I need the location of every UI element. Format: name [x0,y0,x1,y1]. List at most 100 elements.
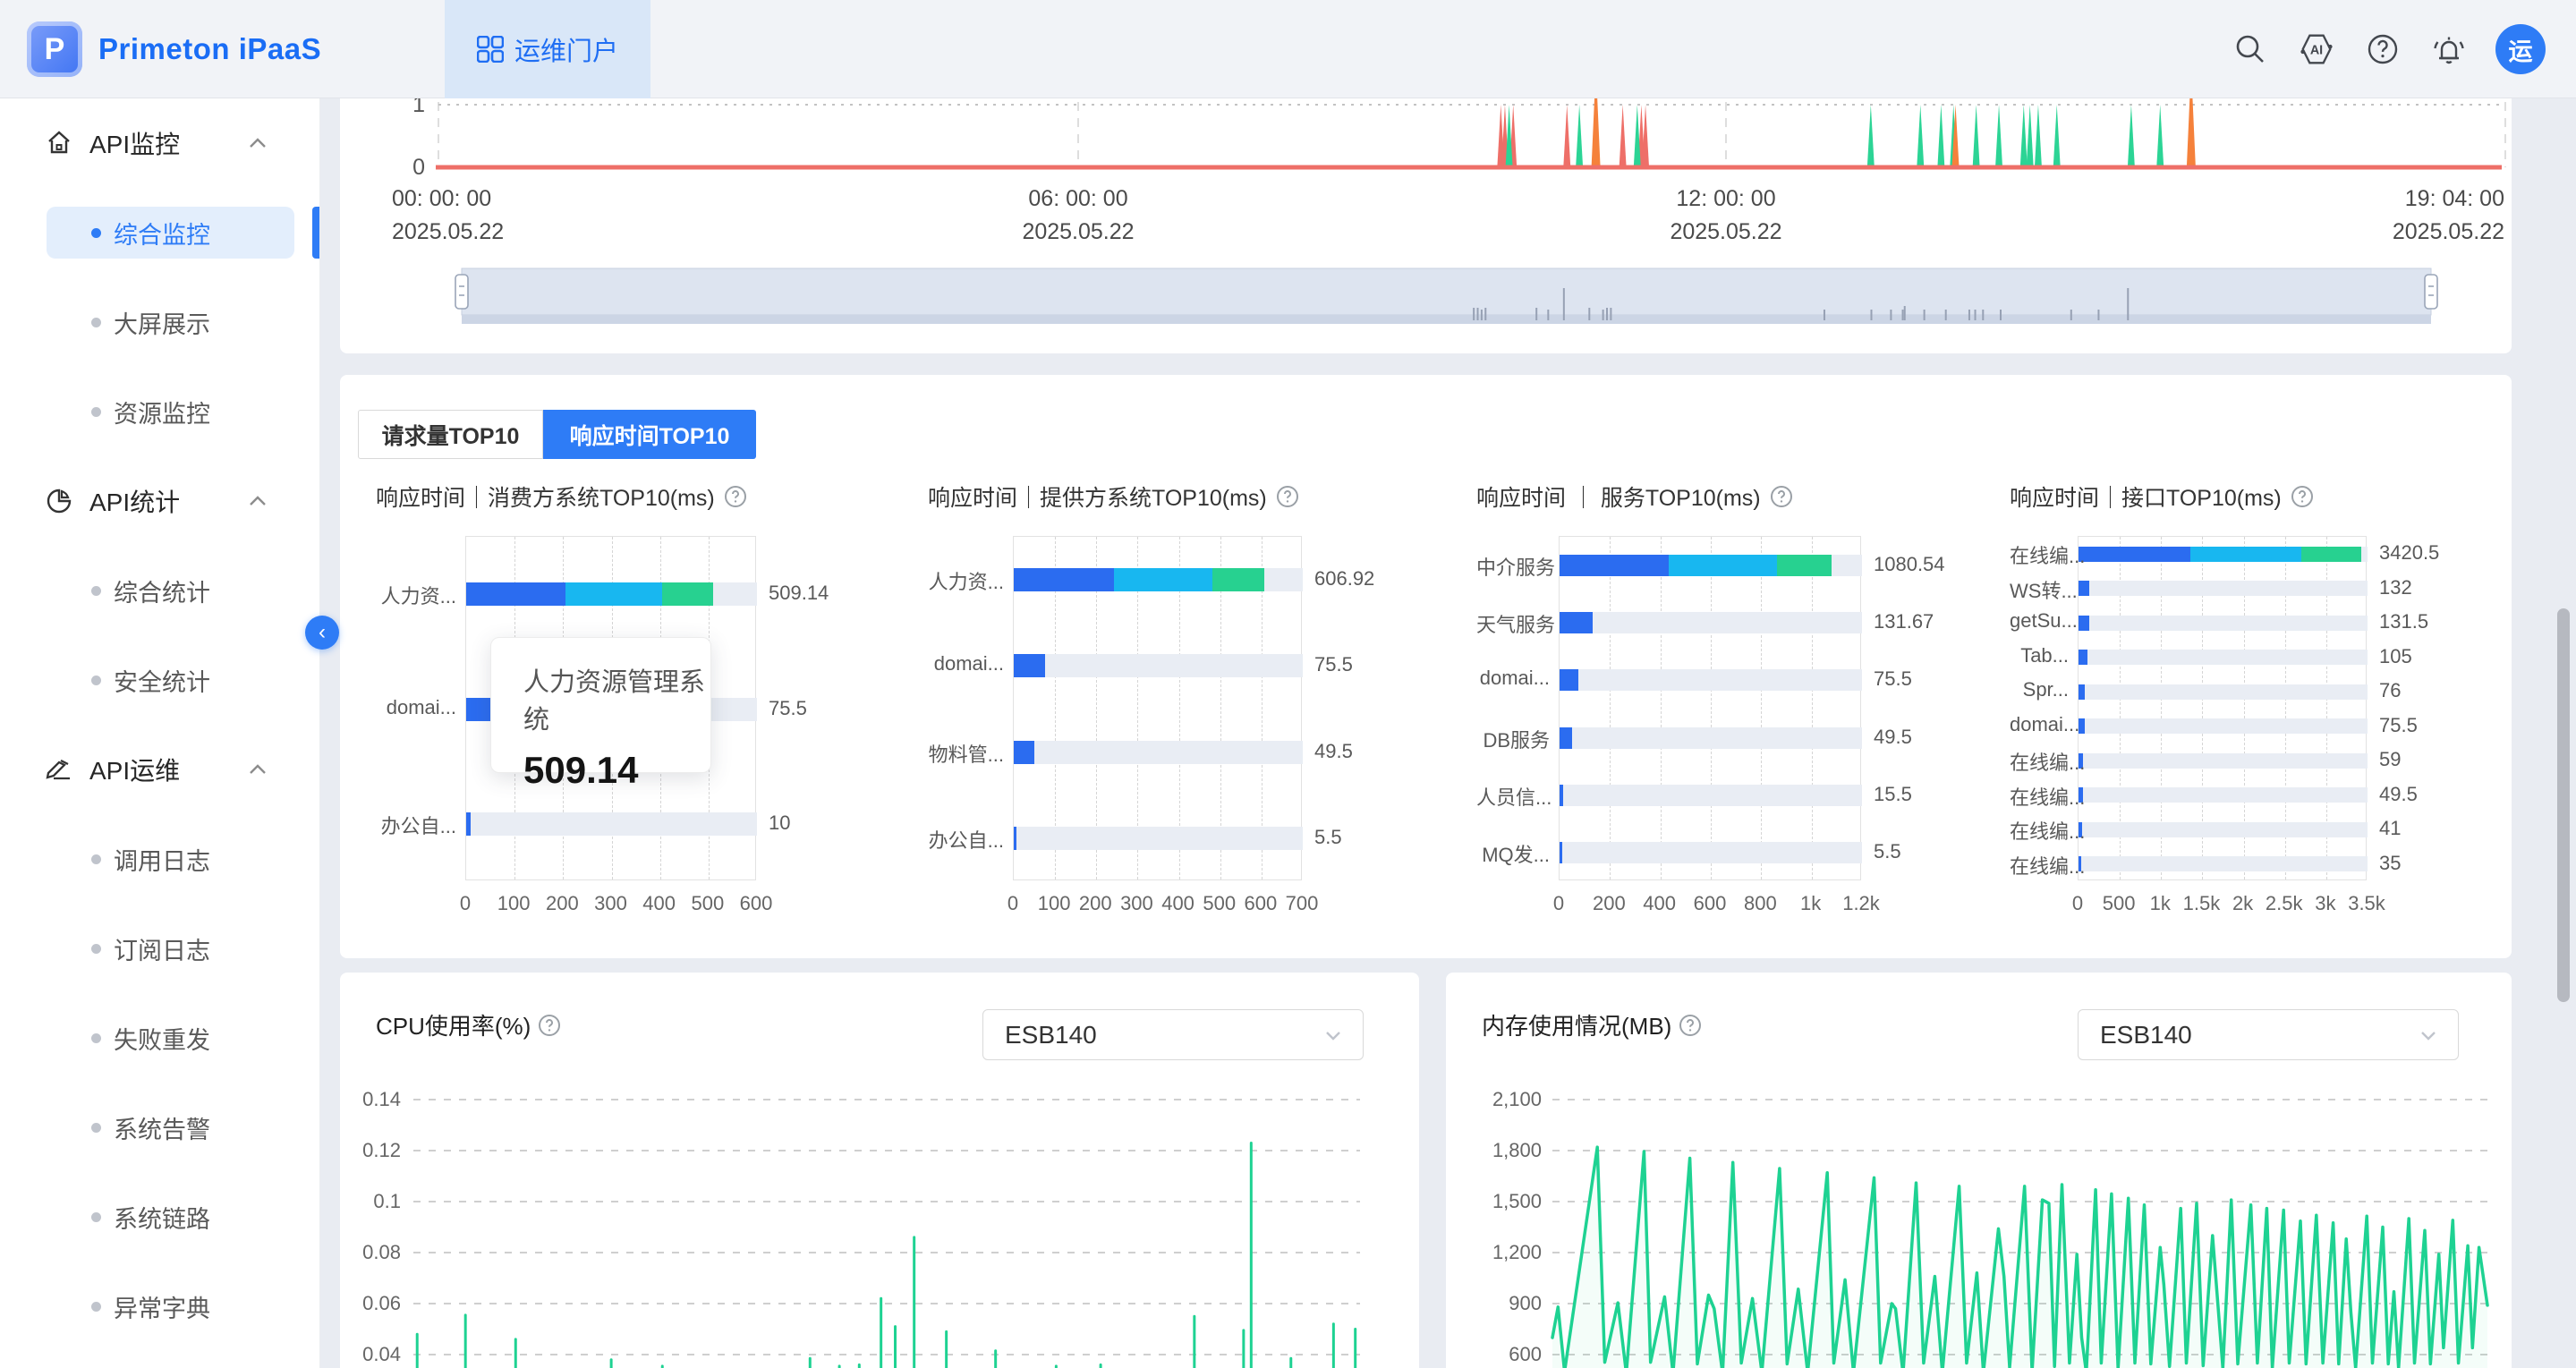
sidebar-group-API统计[interactable]: API统计 [0,456,319,546]
sidebar-item-订阅日志[interactable]: 订阅日志 [0,904,319,993]
x-axis-tick: 700 [1286,892,1319,915]
svg-text:AI: AI [2310,44,2323,58]
sidebar-item-异常字典[interactable]: 异常字典 [0,1262,319,1351]
bar-chart-interface: 响应时间｜接口TOP10(ms)在线编...3420.5WS转...132get… [2010,375,2510,958]
user-avatar[interactable]: 运 [2495,24,2546,74]
app-grid-icon [477,36,504,63]
help-icon[interactable] [2291,485,2314,508]
sidebar-item-调用日志[interactable]: 调用日志 [0,814,319,904]
memory-node-select[interactable]: ESB140 [2078,1009,2459,1060]
sidebar-item-资源监控[interactable]: 资源监控 [0,367,319,456]
bar-segment [1114,568,1213,591]
bar-category-label: 天气服务 [1476,609,1550,638]
chart-title: 响应时间 ｜ 服务TOP10(ms) [1476,480,1793,513]
bar-category-label: 在线编... [2010,747,2069,776]
x-axis-tick: 600 [1244,892,1277,915]
sidebar-item-综合监控[interactable]: 综合监控 [0,188,319,277]
x-axis-tick: 800 [1744,892,1777,915]
bar-value-label: 75.5 [1314,653,1353,676]
active-item-indicator [312,207,319,259]
gridline [1812,537,1813,879]
bar-category-label: domai... [2010,713,2069,736]
sidebar-item-label: 资源监控 [114,395,210,429]
cpu-chart[interactable] [340,1074,1419,1368]
y-axis-tick: 600 [1446,1343,1542,1366]
bar-segment [466,582,565,606]
bar-plot-area[interactable] [2078,536,2367,880]
help-icon[interactable] [538,1014,561,1037]
sidebar-item-label: 系统链路 [114,1200,210,1235]
x-axis-tick: 400 [1161,892,1194,915]
bar-track [2079,822,2368,837]
bar-category-label: 办公自... [928,825,1004,854]
bar-segment [1560,842,1562,863]
chevron-down-icon [2417,1024,2440,1047]
bar-track [2079,753,2368,769]
bar-category-label: DB服务 [1476,725,1550,753]
bar-category-label: 在线编... [2010,540,2069,569]
bar-track [466,812,757,836]
x-axis-tick: 1k [2150,892,2171,915]
sidebar-item-系统链路[interactable]: 系统链路 [0,1172,319,1262]
timeline-ytick-0: 0 [371,155,425,181]
bar-track [1560,785,1862,806]
bar-plot-area[interactable] [1559,536,1861,880]
memory-chart[interactable] [1446,1074,2512,1368]
timeline-chart[interactable] [340,98,2512,353]
sidebar-item-label: 订阅日志 [114,931,210,966]
sidebar-group-API运维[interactable]: API运维 [0,725,319,814]
help-icon[interactable] [2363,30,2402,69]
memory-card-title: 内存使用情况(MB) [1482,1008,1702,1041]
brush-handle[interactable] [2425,275,2437,309]
x-axis-tick: 500 [2103,892,2136,915]
sidebar-item-系统告警[interactable]: 系统告警 [0,1083,319,1172]
bar-segment [2190,547,2302,562]
sidebar-collapse-button[interactable]: ‹ [305,616,339,650]
bar-segment [1560,727,1572,749]
x-axis-tick: 300 [1120,892,1153,915]
bar-segment [2079,650,2087,665]
ops-icon [45,755,73,784]
help-icon[interactable] [1276,485,1299,508]
bar-track [1014,741,1303,764]
bar-segment [1669,555,1777,576]
brush-handle[interactable] [455,275,468,309]
cpu-node-select[interactable]: ESB140 [982,1009,1364,1060]
ai-assistant-icon[interactable]: AI [2297,30,2336,69]
sidebar-group-label: API运维 [89,752,180,787]
x-axis-tick: 2k [2232,892,2253,915]
bar-track [1560,669,1862,691]
bar-value-label: 15.5 [1874,783,1912,806]
sidebar-item-失败重发[interactable]: 失败重发 [0,993,319,1083]
bar-value-label: 132 [2379,576,2412,599]
sidebar-item-综合统计[interactable]: 综合统计 [0,546,319,635]
bar-segment [1014,654,1045,677]
sidebar-group-label: API监控 [89,125,180,161]
bar-value-label: 35 [2379,852,2401,875]
bar-value-label: 131.67 [1874,610,1934,633]
bar-category-label: MQ发... [1476,839,1550,868]
memory-card: 内存使用情况(MB) ESB140 2,1001,8001,5001,20090… [1446,973,2512,1368]
bar-category-label: 办公自... [376,811,456,839]
x-axis-tick: 3k [2315,892,2335,915]
vertical-scrollbar[interactable] [2557,608,2570,1002]
sidebar-item-大屏展示[interactable]: 大屏展示 [0,277,319,367]
bar-category-label: 人员信... [1476,782,1550,811]
bar-category-label: 在线编... [2010,851,2069,879]
y-axis-tick: 0.06 [340,1292,401,1315]
bar-category-label: domai... [1476,667,1550,690]
sidebar-group-API监控[interactable]: API监控 [0,98,319,188]
memory-node-select-value: ESB140 [2100,1021,2417,1049]
help-icon[interactable] [1770,485,1793,508]
bar-segment [1212,568,1264,591]
sidebar-item-安全统计[interactable]: 安全统计 [0,635,319,725]
bar-track [2079,718,2368,734]
help-icon[interactable] [1679,1014,1702,1037]
tab-ops-portal[interactable]: 运维门户 [445,0,650,98]
home-icon [45,129,73,157]
sidebar-item-label: 异常字典 [114,1289,210,1324]
search-icon[interactable] [2231,30,2270,69]
bar-plot-area[interactable] [1013,536,1302,880]
help-icon[interactable] [724,485,747,508]
bell-icon[interactable] [2429,30,2469,69]
